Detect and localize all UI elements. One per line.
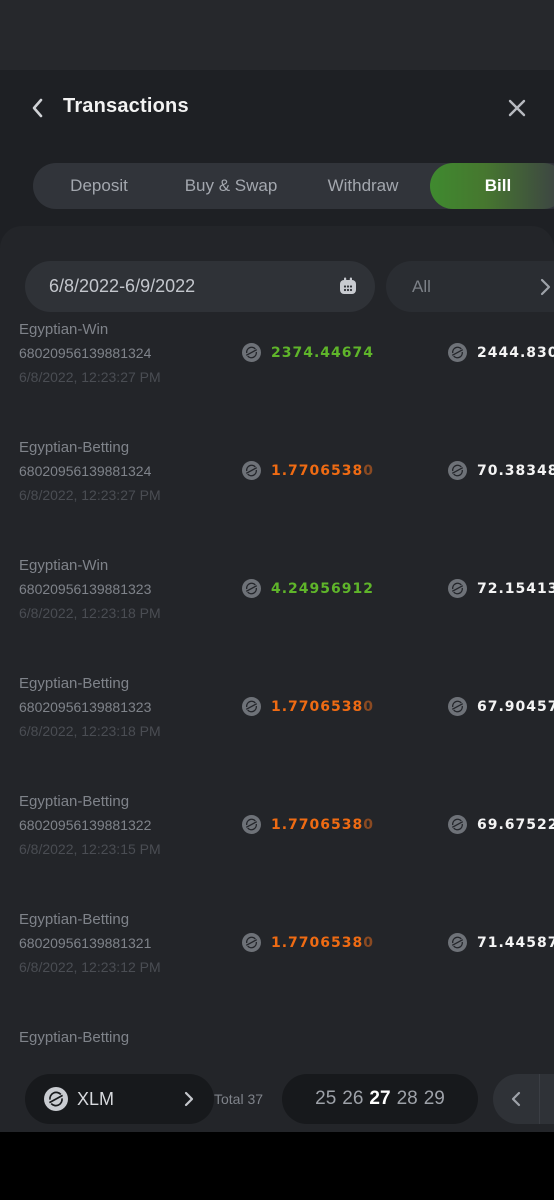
tab-bar: Deposit Buy & Swap Withdraw Bill xyxy=(33,163,554,209)
timestamp: 6/8/2022, 12:23:18 PM xyxy=(19,723,161,739)
status-bar-area xyxy=(0,0,554,70)
transaction-row[interactable]: Egyptian-Win 68020956139881323 6/8/2022,… xyxy=(0,557,554,675)
transactions-panel: Transactions Deposit Buy & Swap Withdraw… xyxy=(0,70,554,1132)
amount: 4.24956912 xyxy=(242,579,374,598)
amount: 2374.44674 xyxy=(242,343,374,362)
balance: 70.38348 xyxy=(448,461,554,480)
game-name: Egyptian-Betting xyxy=(19,1029,130,1046)
game-name: Egyptian-Win xyxy=(19,557,109,574)
stellar-xlm-icon xyxy=(242,579,261,598)
balance: 67.90457 xyxy=(448,697,554,716)
balance-value: 69.67522 xyxy=(477,816,554,833)
back-button[interactable] xyxy=(24,92,52,124)
pagination: 25 26 27 28 29 xyxy=(282,1074,478,1124)
balance-value: 71.44587 xyxy=(477,934,554,951)
date-range-picker[interactable]: 6/8/2022-6/9/2022 xyxy=(25,261,375,312)
balance-value: 67.90457 xyxy=(477,698,554,715)
balance: 72.15413 xyxy=(448,579,554,598)
order-id: 68020956139881323 xyxy=(19,581,152,597)
stellar-xlm-icon xyxy=(242,343,261,362)
balance: 71.44587 xyxy=(448,933,554,952)
date-range-value: 6/8/2022-6/9/2022 xyxy=(49,276,196,296)
game-name: Egyptian-Betting xyxy=(19,911,130,928)
tab-deposit[interactable]: Deposit xyxy=(33,163,165,209)
balance-value: 70.38348 xyxy=(477,462,554,479)
order-id: 68020956139881322 xyxy=(19,817,152,833)
timestamp: 6/8/2022, 12:23:12 PM xyxy=(19,959,161,975)
transaction-row[interactable]: Egyptian-Betting 68020956139881323 6/8/2… xyxy=(0,675,554,793)
stellar-xlm-icon xyxy=(242,461,261,480)
previous-page-button[interactable] xyxy=(493,1074,539,1124)
order-id: 68020956139881323 xyxy=(19,699,152,715)
stellar-xlm-icon xyxy=(242,697,261,716)
type-filter-select[interactable]: All xyxy=(386,261,554,312)
amount-value: 1.77065380 xyxy=(271,816,374,833)
balance: 69.67522 xyxy=(448,815,554,834)
game-name: Egyptian-Betting xyxy=(19,793,130,810)
transaction-row[interactable]: Egyptian-Win 68020956139881324 6/8/2022,… xyxy=(0,321,554,439)
timestamp: 6/8/2022, 12:23:15 PM xyxy=(19,841,161,857)
transaction-list: Egyptian-Win 68020956139881324 6/8/2022,… xyxy=(0,321,554,1132)
bill-content: 6/8/2022-6/9/2022 All Egyptian-Win 68020… xyxy=(0,226,554,1132)
page-title: Transactions xyxy=(63,95,189,117)
balance-value: 72.15413 xyxy=(477,580,554,597)
calendar-icon xyxy=(340,277,356,294)
transaction-row[interactable]: Egyptian-Betting 68020956139881322 6/8/2… xyxy=(0,793,554,911)
game-name: Egyptian-Betting xyxy=(19,675,130,692)
timestamp: 6/8/2022, 12:23:18 PM xyxy=(19,605,161,621)
chevron-right-icon xyxy=(540,278,551,296)
stellar-xlm-icon xyxy=(448,461,467,480)
amount-value: 1.77065380 xyxy=(271,698,374,715)
type-filter-value: All xyxy=(412,277,431,296)
chevron-left-icon xyxy=(32,98,43,118)
stellar-xlm-icon xyxy=(448,815,467,834)
stellar-xlm-icon xyxy=(448,343,467,362)
page-current[interactable]: 27 xyxy=(369,1088,390,1110)
next-page-button[interactable] xyxy=(539,1074,554,1124)
stellar-xlm-icon xyxy=(448,579,467,598)
currency-selector[interactable]: XLM xyxy=(25,1074,214,1124)
footer-bar: XLM Total 37 25 26 27 28 29 xyxy=(0,1066,554,1132)
chevron-left-icon xyxy=(511,1091,521,1107)
order-id: 68020956139881324 xyxy=(19,463,152,479)
amount: 1.77065380 xyxy=(242,815,374,834)
currency-label: XLM xyxy=(77,1089,115,1109)
timestamp: 6/8/2022, 12:23:27 PM xyxy=(19,487,161,503)
game-name: Egyptian-Betting xyxy=(19,439,130,456)
amount: 1.77065380 xyxy=(242,461,374,480)
game-name: Egyptian-Win xyxy=(19,321,109,338)
tab-bill[interactable]: Bill xyxy=(430,163,554,209)
amount-value: 2374.44674 xyxy=(271,344,374,361)
transaction-row[interactable]: Egyptian-Betting 68020956139881321 6/8/2… xyxy=(0,911,554,1029)
page-link[interactable]: 29 xyxy=(424,1088,445,1110)
stellar-xlm-icon xyxy=(448,933,467,952)
tab-withdraw[interactable]: Withdraw xyxy=(297,163,429,209)
tab-buy-swap[interactable]: Buy & Swap xyxy=(165,163,297,209)
order-id: 68020956139881321 xyxy=(19,935,152,951)
amount-value: 4.24956912 xyxy=(271,580,374,597)
page-link[interactable]: 25 xyxy=(315,1088,336,1110)
page-link[interactable]: 26 xyxy=(342,1088,363,1110)
total-count: Total 37 xyxy=(214,1091,264,1107)
balance-value: 2444.830 xyxy=(477,344,554,361)
close-button[interactable] xyxy=(502,92,532,124)
stellar-xlm-icon xyxy=(448,697,467,716)
header: Transactions xyxy=(0,70,554,146)
stellar-xlm-icon xyxy=(242,815,261,834)
amount-value: 1.77065380 xyxy=(271,934,374,951)
page-link[interactable]: 28 xyxy=(397,1088,418,1110)
stellar-xlm-icon xyxy=(242,933,261,952)
amount: 1.77065380 xyxy=(242,697,374,716)
transaction-row[interactable]: Egyptian-Betting 68020956139881324 6/8/2… xyxy=(0,439,554,557)
chevron-right-icon xyxy=(184,1091,194,1107)
timestamp: 6/8/2022, 12:23:27 PM xyxy=(19,369,161,385)
amount: 1.77065380 xyxy=(242,933,374,952)
stellar-xlm-icon xyxy=(44,1087,68,1111)
order-id: 68020956139881324 xyxy=(19,345,152,361)
close-icon xyxy=(508,99,526,117)
balance: 2444.830 xyxy=(448,343,554,362)
amount-value: 1.77065380 xyxy=(271,462,374,479)
